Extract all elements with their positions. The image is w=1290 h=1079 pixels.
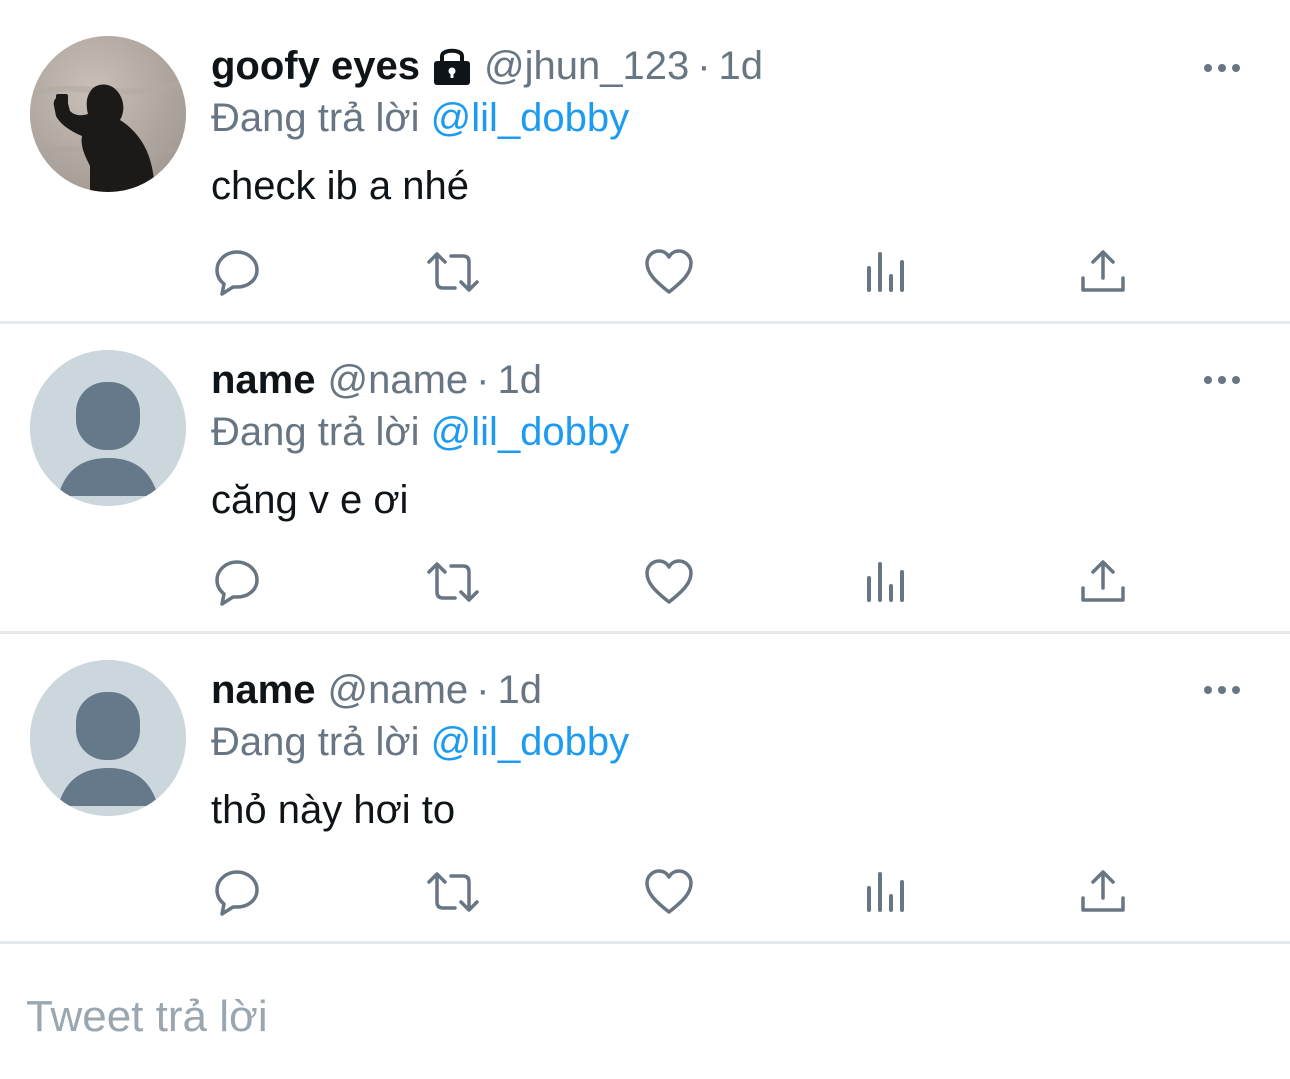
share-icon[interactable] [1077,866,1129,918]
like-icon[interactable] [643,246,695,298]
share-icon[interactable] [1077,556,1129,608]
replying-to: Đang trả lời @lil_dobby [211,92,1190,144]
timestamp[interactable]: 1d [498,664,543,716]
reply-icon[interactable] [211,866,263,918]
tweet-text: căng v e ơi [211,478,409,522]
tweet[interactable]: name @name · 1d Đang trả lời @lil_dobby … [0,634,1290,944]
views-icon[interactable] [863,556,915,608]
tweet-header: name @name · 1d [211,354,1190,406]
like-icon[interactable] [643,556,695,608]
display-name[interactable]: name [211,354,316,406]
mention-link[interactable]: @lil_dobby [431,720,630,764]
reply-input[interactable]: Tweet trả lời [26,992,268,1042]
more-options-icon[interactable] [1202,670,1242,710]
user-handle[interactable]: @jhun_123 [484,40,689,92]
tweet-actions [211,866,1141,918]
retweet-icon[interactable] [425,866,479,918]
reply-icon[interactable] [211,556,263,608]
replying-to: Đang trả lời @lil_dobby [211,716,1190,768]
like-icon[interactable] [643,866,695,918]
user-handle[interactable]: @name [328,664,469,716]
tweet[interactable]: name @name · 1d Đang trả lời @lil_dobby … [0,324,1290,634]
tweet-header: goofy eyes @jhun_123 · 1d [211,40,1190,92]
reply-prefix: Đang trả lời [211,720,420,764]
replying-to: Đang trả lời @lil_dobby [211,406,1190,458]
tweet-actions [211,556,1141,608]
mention-link[interactable]: @lil_dobby [431,410,630,454]
separator: · [476,668,490,712]
views-icon[interactable] [863,246,915,298]
timestamp[interactable]: 1d [498,354,543,406]
reply-prefix: Đang trả lời [211,96,420,140]
mention-link[interactable]: @lil_dobby [431,96,630,140]
views-icon[interactable] [863,866,915,918]
separator: · [476,358,490,402]
separator: · [697,44,711,88]
more-options-icon[interactable] [1202,48,1242,88]
tweet-actions [211,246,1141,298]
reply-icon[interactable] [211,246,263,298]
share-icon[interactable] [1077,246,1129,298]
display-name[interactable]: name [211,664,316,716]
reply-prefix: Đang trả lời [211,410,420,454]
tweet-text: check ib a nhé [211,164,469,208]
tweet-text: thỏ này hơi to [211,788,456,832]
avatar[interactable] [30,660,186,816]
display-name[interactable]: goofy eyes [211,40,420,92]
timestamp[interactable]: 1d [719,40,764,92]
user-handle[interactable]: @name [328,354,469,406]
avatar[interactable] [30,350,186,506]
lock-icon [432,44,472,88]
tweet-header: name @name · 1d [211,664,1190,716]
avatar[interactable] [30,36,186,192]
retweet-icon[interactable] [425,556,479,608]
retweet-icon[interactable] [425,246,479,298]
more-options-icon[interactable] [1202,360,1242,400]
tweet[interactable]: goofy eyes @jhun_123 · 1d Đang trả lời @… [0,0,1290,324]
